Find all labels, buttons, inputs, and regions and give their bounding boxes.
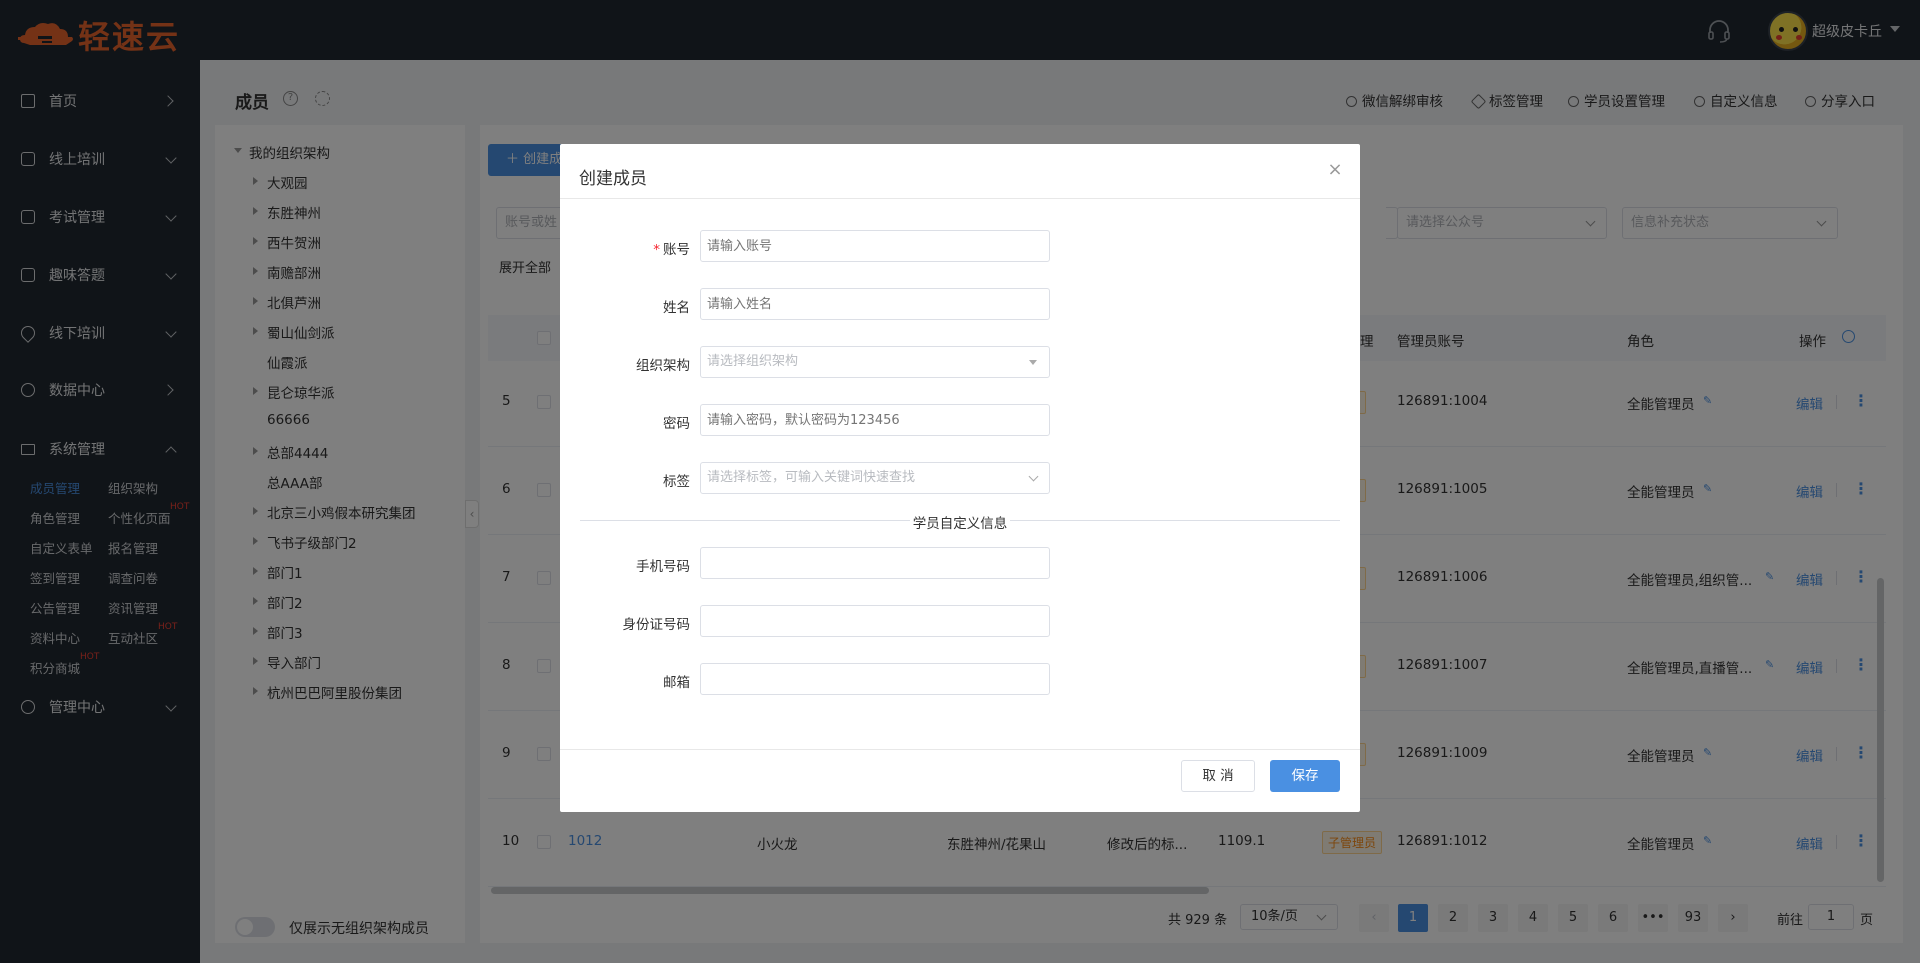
field-label-org: 组织架构 — [636, 358, 690, 374]
caret-down-icon — [1029, 360, 1037, 365]
dialog-header-divider — [560, 198, 1360, 199]
field-label-account: * 账号 — [653, 242, 690, 258]
field-label-password: 密码 — [663, 416, 690, 432]
phone-input[interactable] — [700, 547, 1050, 579]
field-label-phone: 手机号码 — [636, 559, 690, 575]
cancel-button[interactable]: 取 消 — [1181, 760, 1255, 792]
section-divider-label: 学员自定义信息 — [910, 512, 1010, 532]
select-placeholder: 请选择标签，可输入关键词快速查找 — [707, 470, 916, 485]
id-number-input[interactable] — [700, 605, 1050, 637]
field-label-tags: 标签 — [663, 474, 690, 490]
name-input[interactable] — [700, 288, 1050, 320]
field-label-id-number: 身份证号码 — [622, 617, 691, 633]
select-placeholder: 请选择组织架构 — [707, 354, 799, 369]
password-input[interactable] — [700, 404, 1050, 436]
chevron-down-icon — [1028, 471, 1039, 482]
field-label-name: 姓名 — [663, 300, 690, 316]
email-input[interactable] — [700, 663, 1050, 695]
account-input[interactable] — [700, 230, 1050, 262]
org-select[interactable]: 请选择组织架构 — [700, 346, 1050, 378]
create-member-dialog: 创建成员 × *账号 姓名 组织架构 请选择组织架构 密码 标签 请选择标签，可… — [560, 144, 1360, 812]
tags-select[interactable]: 请选择标签，可输入关键词快速查找 — [700, 462, 1050, 494]
close-icon[interactable]: × — [1325, 160, 1345, 180]
field-label-email: 邮箱 — [663, 675, 690, 691]
save-button[interactable]: 保存 — [1270, 760, 1340, 792]
field-label-text: 账号 — [663, 242, 690, 258]
dialog-title: 创建成员 — [579, 169, 647, 189]
dialog-footer-divider — [560, 749, 1360, 750]
